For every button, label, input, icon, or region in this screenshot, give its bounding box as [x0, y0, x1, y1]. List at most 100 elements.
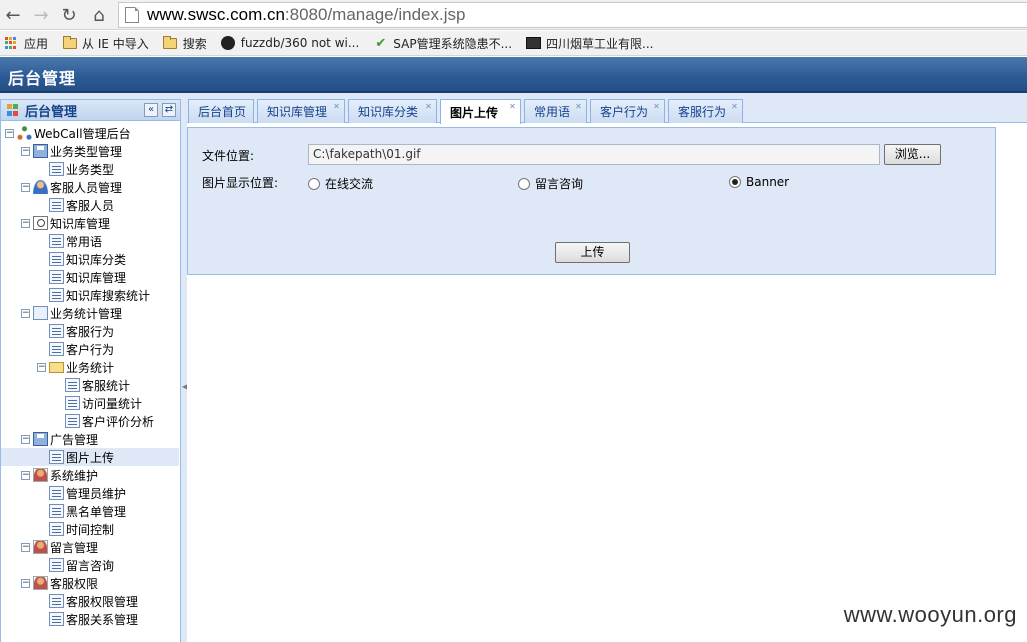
- tree-label: 知识库分类: [66, 252, 127, 267]
- tree-item[interactable]: 客户评价分析: [1, 412, 179, 430]
- close-icon[interactable]: ✕: [332, 103, 341, 112]
- leaf-icon: [49, 198, 64, 212]
- tree-item[interactable]: 知识库搜索统计: [1, 286, 179, 304]
- disk-icon: [33, 144, 48, 158]
- tree-item[interactable]: 客服行为: [1, 322, 179, 340]
- tree-group[interactable]: − 留言管理: [1, 538, 179, 556]
- tab-0[interactable]: 后台首页: [188, 99, 254, 123]
- tree-item[interactable]: 时间控制: [1, 520, 179, 538]
- root-icon: [17, 126, 32, 140]
- tab-6[interactable]: 客服行为 ✕: [668, 99, 743, 123]
- display-position-label: 图片显示位置:: [202, 176, 279, 190]
- file-location-label: 文件位置:: [202, 149, 255, 163]
- picture-icon: [526, 37, 542, 50]
- tree-item[interactable]: 黑名单管理: [1, 502, 179, 520]
- tree-item[interactable]: 业务类型: [1, 160, 179, 178]
- tree-item[interactable]: 管理员维护: [1, 484, 179, 502]
- tree-item[interactable]: 客服统计: [1, 376, 179, 394]
- tab-2[interactable]: 知识库分类 ✕: [348, 99, 437, 123]
- tree-item[interactable]: 知识库分类: [1, 250, 179, 268]
- bookmark-fuzzdb[interactable]: fuzzdb/360 not wi...: [221, 36, 359, 50]
- address-bar[interactable]: www.swsc.com.cn:8080/manage/index.jsp: [118, 2, 1027, 28]
- collapse-toggle-icon[interactable]: −: [21, 146, 30, 156]
- tree-label: 客户行为: [66, 342, 115, 357]
- tree-group[interactable]: − 系统维护: [1, 466, 179, 484]
- app-header: 后台管理: [0, 57, 1027, 93]
- tab-1[interactable]: 知识库管理 ✕: [257, 99, 345, 123]
- close-icon[interactable]: ✕: [730, 103, 739, 112]
- browse-button[interactable]: 浏览...: [884, 144, 941, 165]
- collapse-icon[interactable]: «: [144, 103, 158, 117]
- tree-group[interactable]: − 业务类型管理: [1, 142, 179, 160]
- collapse-toggle-icon[interactable]: −: [21, 218, 30, 228]
- tree-root[interactable]: − WebCall管理后台: [1, 124, 179, 142]
- back-arrow-icon[interactable]: ←: [2, 4, 24, 26]
- tree-group[interactable]: − 客服人员管理: [1, 178, 179, 196]
- leaf-icon: [65, 414, 80, 428]
- bookmark-sap[interactable]: ✔ SAP管理系统隐患不...: [373, 35, 512, 52]
- collapse-toggle-icon[interactable]: −: [21, 308, 30, 318]
- leaf-icon: [49, 270, 64, 284]
- collapse-toggle-icon[interactable]: −: [21, 578, 30, 588]
- leaf-icon: [49, 234, 64, 248]
- tree-item[interactable]: 常用语: [1, 232, 179, 250]
- radio-banner[interactable]: Banner: [729, 175, 789, 189]
- collapse-toggle-icon[interactable]: −: [37, 362, 46, 372]
- tree-item[interactable]: 图片上传: [1, 448, 179, 466]
- tab-label: 后台首页: [198, 105, 247, 119]
- bookmark-ie-import[interactable]: 从 IE 中导入: [62, 35, 149, 52]
- check-icon: ✔: [375, 35, 387, 51]
- home-icon[interactable]: ⌂: [88, 4, 110, 26]
- file-path-input[interactable]: C:\fakepath\01.gif: [308, 144, 880, 165]
- tree-item[interactable]: 客服关系管理: [1, 610, 179, 628]
- leaf-icon: [49, 558, 64, 572]
- close-icon[interactable]: ✕: [424, 103, 433, 112]
- collapse-toggle-icon[interactable]: −: [5, 128, 14, 138]
- tab-4[interactable]: 常用语 ✕: [524, 99, 587, 123]
- leaf-icon: [49, 612, 64, 626]
- radio-online-chat[interactable]: 在线交流: [308, 175, 373, 192]
- radio-button[interactable]: [308, 177, 320, 190]
- upload-button[interactable]: 上传: [555, 242, 630, 263]
- collapse-toggle-icon[interactable]: −: [21, 182, 30, 192]
- tree-item[interactable]: 知识库管理: [1, 268, 179, 286]
- forward-arrow-icon[interactable]: →: [30, 4, 52, 26]
- tree-label: 客服人员管理: [50, 180, 123, 195]
- collapse-toggle-icon[interactable]: −: [21, 434, 30, 444]
- leaf-icon: [49, 252, 64, 266]
- tree-label: 客服行为: [66, 324, 115, 339]
- tree-group[interactable]: − 客服权限: [1, 574, 179, 592]
- tab-3[interactable]: 图片上传 ✕: [440, 99, 521, 124]
- tree-label: 客服人员: [66, 198, 115, 213]
- bookmark-search[interactable]: 搜索: [163, 35, 207, 52]
- radio-message-consult[interactable]: 留言咨询: [518, 175, 583, 192]
- refresh-icon[interactable]: ⇄: [162, 103, 176, 117]
- close-icon[interactable]: ✕: [574, 103, 583, 112]
- tree-label: 业务统计管理: [50, 306, 123, 321]
- collapse-toggle-icon[interactable]: −: [21, 542, 30, 552]
- tab-5[interactable]: 客户行为 ✕: [590, 99, 665, 123]
- radio-button[interactable]: [518, 177, 530, 190]
- collapse-toggle-icon[interactable]: −: [21, 470, 30, 480]
- tree-item[interactable]: 客户行为: [1, 340, 179, 358]
- close-icon[interactable]: ✕: [508, 103, 517, 112]
- bookmark-sichuan[interactable]: 四川烟草工业有限...: [526, 35, 653, 52]
- tree-group[interactable]: − 知识库管理: [1, 214, 179, 232]
- close-icon[interactable]: ✕: [652, 103, 661, 112]
- tree-item[interactable]: 客服权限管理: [1, 592, 179, 610]
- bookmark-apps[interactable]: 应用: [4, 35, 48, 52]
- folder-icon: [49, 361, 64, 373]
- tree-item[interactable]: 访问量统计: [1, 394, 179, 412]
- leaf-icon: [65, 378, 80, 392]
- reload-icon[interactable]: ↻: [58, 4, 80, 26]
- leaf-icon: [65, 396, 80, 410]
- tree-label: 系统维护: [50, 468, 99, 483]
- tree-group[interactable]: − 广告管理: [1, 430, 179, 448]
- tab-label: 图片上传: [450, 105, 499, 120]
- tree-group[interactable]: − 业务统计: [1, 358, 179, 376]
- tree-item[interactable]: 留言咨询: [1, 556, 179, 574]
- tree-item[interactable]: 客服人员: [1, 196, 179, 214]
- tree-label: 图片上传: [66, 450, 115, 465]
- radio-button-selected[interactable]: [729, 176, 741, 188]
- tree-group[interactable]: − 业务统计管理: [1, 304, 179, 322]
